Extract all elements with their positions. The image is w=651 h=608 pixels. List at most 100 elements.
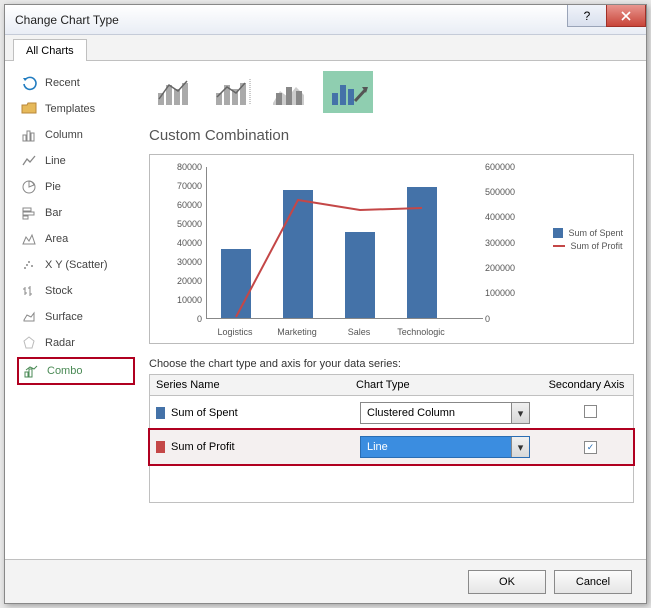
- legend-swatch-bar: [553, 228, 563, 238]
- y2-tick-label: 0: [485, 314, 525, 324]
- chart-type-select-spent[interactable]: Clustered Column ▾: [360, 402, 530, 424]
- sidebar-item-line[interactable]: Line: [17, 149, 135, 173]
- radar-chart-icon: [21, 335, 37, 351]
- select-value: Clustered Column: [361, 407, 511, 419]
- dialog-footer: OK Cancel: [5, 559, 646, 603]
- legend-swatch-line: [553, 245, 565, 247]
- y2-tick-label: 600000: [485, 162, 525, 172]
- select-value: Line: [361, 441, 511, 453]
- sidebar-item-templates[interactable]: Templates: [17, 97, 135, 121]
- y2-tick-label: 200000: [485, 263, 525, 273]
- recent-icon: [21, 75, 37, 91]
- grid-header-axis: Secondary Axis: [540, 375, 633, 395]
- sidebar-item-stock[interactable]: Stock: [17, 279, 135, 303]
- tab-strip: All Charts: [5, 35, 646, 61]
- y-tick-label: 30000: [168, 257, 202, 267]
- grid-header-type: Chart Type: [350, 375, 540, 395]
- pie-chart-icon: [21, 179, 37, 195]
- choose-series-label: Choose the chart type and axis for your …: [149, 358, 634, 370]
- bar-chart-icon: [21, 205, 37, 221]
- chevron-down-icon: ▾: [511, 437, 529, 457]
- main-panel: Custom Combination 80000 70000 60000 500…: [149, 71, 634, 551]
- help-button[interactable]: ?: [567, 5, 607, 27]
- window-title: Change Chart Type: [15, 13, 568, 27]
- sidebar-item-surface[interactable]: Surface: [17, 305, 135, 329]
- y-tick-label: 60000: [168, 200, 202, 210]
- sidebar-item-label: Templates: [45, 103, 95, 115]
- close-button[interactable]: [606, 5, 646, 27]
- scatter-chart-icon: [21, 257, 37, 273]
- y-tick-label: 0: [168, 314, 202, 324]
- sidebar-item-label: Recent: [45, 77, 80, 89]
- chart-type-select-profit[interactable]: Line ▾: [360, 436, 530, 458]
- combo-chart-icon: [23, 363, 39, 379]
- secondary-axis-checkbox-spent[interactable]: [584, 405, 597, 418]
- tab-all-charts[interactable]: All Charts: [13, 39, 87, 61]
- plot-area: [206, 167, 483, 319]
- legend-label: Sum of Spent: [568, 228, 623, 238]
- x-tick-label: Marketing: [277, 327, 317, 337]
- sidebar-item-combo[interactable]: Combo: [17, 357, 135, 385]
- sidebar-item-label: Surface: [45, 311, 83, 323]
- series-grid: Series Name Chart Type Secondary Axis Su…: [149, 374, 634, 503]
- secondary-axis-checkbox-profit[interactable]: ✓: [584, 441, 597, 454]
- series-swatch-icon: [156, 441, 165, 453]
- chart-subtitle: Custom Combination: [149, 127, 634, 144]
- y2-tick-label: 400000: [485, 212, 525, 222]
- y-tick-label: 40000: [168, 238, 202, 248]
- x-tick-label: Technologic: [397, 327, 445, 337]
- sidebar-item-label: Combo: [47, 365, 82, 377]
- sidebar-item-label: Radar: [45, 337, 75, 349]
- line-chart-icon: [21, 153, 37, 169]
- sidebar-item-label: X Y (Scatter): [45, 259, 108, 271]
- y2-tick-label: 300000: [485, 238, 525, 248]
- y2-tick-label: 500000: [485, 187, 525, 197]
- change-chart-type-dialog: Change Chart Type ? All Charts Recent Te…: [4, 4, 647, 604]
- sidebar-item-label: Bar: [45, 207, 62, 219]
- subtype-stacked-area-column[interactable]: [265, 71, 315, 113]
- y2-tick-label: 100000: [485, 288, 525, 298]
- sidebar-item-label: Pie: [45, 181, 61, 193]
- sidebar-item-label: Stock: [45, 285, 73, 297]
- series-swatch-icon: [156, 407, 165, 419]
- sidebar-item-column[interactable]: Column: [17, 123, 135, 147]
- subtype-custom-combination[interactable]: [323, 71, 373, 113]
- legend-label: Sum of Profit: [570, 241, 622, 251]
- x-tick-label: Sales: [348, 327, 371, 337]
- column-chart-icon: [21, 127, 37, 143]
- sidebar-item-label: Area: [45, 233, 68, 245]
- series-name-label: Sum of Profit: [171, 441, 235, 453]
- series-row-profit: Sum of Profit Line ▾ ✓: [150, 430, 633, 464]
- sidebar-item-radar[interactable]: Radar: [17, 331, 135, 355]
- chart-legend: Sum of Spent Sum of Profit: [553, 225, 623, 254]
- y-tick-label: 80000: [168, 162, 202, 172]
- sidebar-item-label: Line: [45, 155, 66, 167]
- sidebar-item-bar[interactable]: Bar: [17, 201, 135, 225]
- sidebar-item-xy-scatter[interactable]: X Y (Scatter): [17, 253, 135, 277]
- chevron-down-icon: ▾: [511, 403, 529, 423]
- line-series: [207, 167, 483, 318]
- surface-chart-icon: [21, 309, 37, 325]
- subtype-row: [149, 71, 634, 113]
- cancel-button[interactable]: Cancel: [554, 570, 632, 594]
- chart-preview: 80000 70000 60000 50000 40000 30000 2000…: [149, 154, 634, 344]
- chart-category-sidebar: Recent Templates Column Line Pie Bar: [17, 71, 135, 551]
- close-icon: [621, 11, 631, 21]
- sidebar-item-label: Column: [45, 129, 83, 141]
- y-tick-label: 50000: [168, 219, 202, 229]
- subtype-clustered-column-line[interactable]: [149, 71, 199, 113]
- y-tick-label: 10000: [168, 295, 202, 305]
- y-tick-label: 20000: [168, 276, 202, 286]
- sidebar-item-recent[interactable]: Recent: [17, 71, 135, 95]
- ok-button[interactable]: OK: [468, 570, 546, 594]
- stock-chart-icon: [21, 283, 37, 299]
- y-tick-label: 70000: [168, 181, 202, 191]
- sidebar-item-pie[interactable]: Pie: [17, 175, 135, 199]
- area-chart-icon: [21, 231, 37, 247]
- sidebar-item-area[interactable]: Area: [17, 227, 135, 251]
- series-name-label: Sum of Spent: [171, 407, 238, 419]
- grid-header-series: Series Name: [150, 375, 350, 395]
- subtype-clustered-column-line-secondary[interactable]: [207, 71, 257, 113]
- folder-icon: [21, 101, 37, 117]
- x-tick-label: Logistics: [217, 327, 252, 337]
